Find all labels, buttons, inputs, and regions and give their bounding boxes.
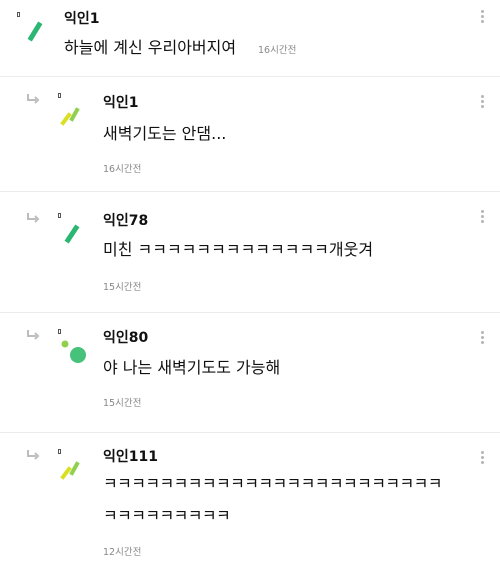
- comment-time: 12시간전: [103, 547, 142, 558]
- more-options-icon[interactable]: [477, 210, 489, 224]
- placeholder-icon: [58, 449, 61, 454]
- more-options-icon[interactable]: [477, 10, 489, 24]
- comment-author[interactable]: 익인1: [64, 8, 100, 28]
- comment-item: 익인80 야 나는 새벽기도도 가능해 15시간전: [0, 313, 500, 431]
- comment-item: 익인78 미친 ㅋㅋㅋㅋㅋㅋㅋㅋㅋㅋㅋㅋㅋ개웃겨 15시간전: [0, 192, 500, 311]
- comment-author[interactable]: 익인111: [103, 446, 158, 466]
- comment-item: 익인1 새벽기도는 안댐... 16시간전: [0, 77, 500, 190]
- comment-text: 하늘에 계신 우리아버지여: [64, 38, 237, 57]
- placeholder-icon: [17, 12, 20, 17]
- avatar: [61, 340, 86, 363]
- avatar: [64, 224, 80, 244]
- comment-text: 미친 ㅋㅋㅋㅋㅋㅋㅋㅋㅋㅋㅋㅋㅋ개웃겨: [103, 240, 374, 259]
- comment-item: 익인111 ㅋㅋㅋㅋㅋㅋㅋㅋㅋㅋㅋㅋㅋㅋㅋㅋㅋㅋㅋㅋㅋㅋㅋㅋ ㅋㅋㅋㅋㅋㅋㅋㅋㅋ…: [0, 433, 500, 575]
- reply-arrow-icon: [27, 213, 40, 223]
- reply-arrow-icon: [27, 330, 40, 340]
- comment-time: 16시간전: [103, 164, 142, 175]
- comment-text-line-2: ㅋㅋㅋㅋㅋㅋㅋㅋㅋ: [103, 506, 231, 525]
- comment-text-line-1: ㅋㅋㅋㅋㅋㅋㅋㅋㅋㅋㅋㅋㅋㅋㅋㅋㅋㅋㅋㅋㅋㅋㅋㅋ: [103, 474, 442, 493]
- avatar: [60, 107, 80, 126]
- reply-arrow-icon: [27, 450, 40, 460]
- reply-arrow-icon: [27, 94, 40, 104]
- comment-time: 16시간전: [258, 45, 297, 56]
- placeholder-icon: [58, 329, 61, 334]
- comment-time: 15시간전: [103, 398, 142, 409]
- avatar: [27, 21, 43, 42]
- comment-item: 익인1 하늘에 계신 우리아버지여 16시간전: [0, 0, 500, 72]
- comment-text: 새벽기도는 안댐...: [103, 124, 227, 143]
- placeholder-icon: [58, 213, 61, 218]
- comment-author[interactable]: 익인1: [103, 92, 139, 112]
- more-options-icon[interactable]: [477, 331, 489, 345]
- comment-time: 15시간전: [103, 282, 142, 293]
- comment-text: 야 나는 새벽기도도 가능해: [103, 358, 281, 377]
- placeholder-icon: [58, 93, 61, 98]
- avatar: [60, 461, 80, 480]
- more-options-icon[interactable]: [477, 451, 489, 465]
- comment-author[interactable]: 익인78: [103, 210, 148, 230]
- more-options-icon[interactable]: [477, 95, 489, 109]
- comment-author[interactable]: 익인80: [103, 327, 148, 347]
